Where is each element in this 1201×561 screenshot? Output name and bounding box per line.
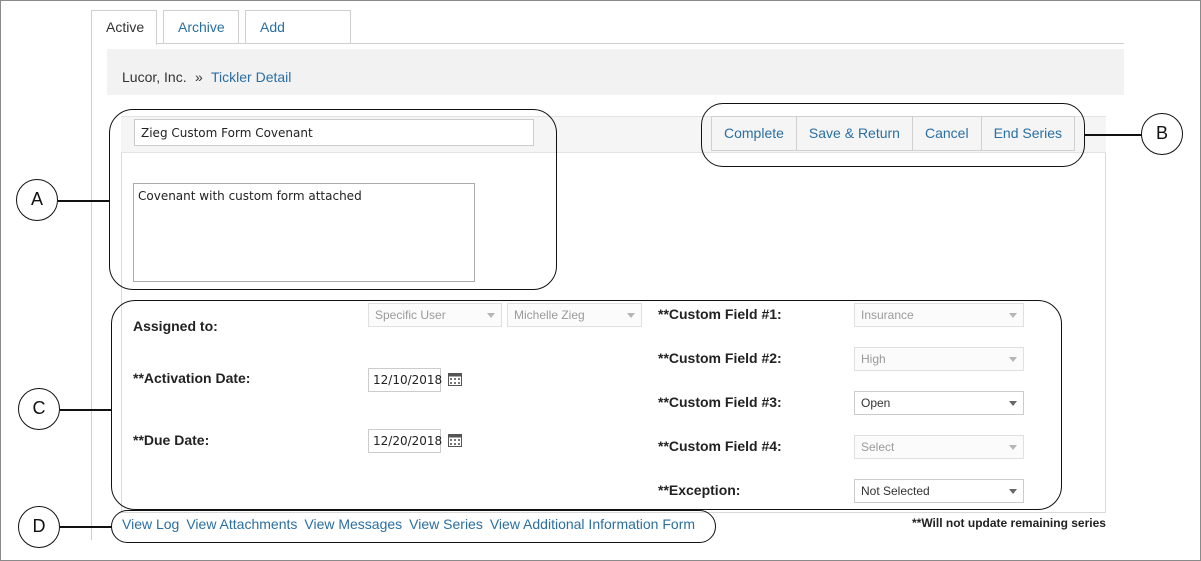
breadcrumb-company: Lucor, Inc. [122, 69, 187, 85]
callout-a-marker: A [16, 179, 58, 221]
callout-b-ring [701, 103, 1085, 167]
callout-d-marker: D [18, 506, 60, 548]
callout-c-leader [60, 409, 112, 411]
series-note: **Will not update remaining series [912, 516, 1106, 530]
callout-b-leader [1084, 134, 1142, 136]
callout-a-leader [58, 200, 110, 202]
tab-archive[interactable]: Archive [163, 10, 239, 44]
callout-b-marker: B [1141, 113, 1183, 155]
content-left-border [91, 43, 92, 540]
callout-c-ring [111, 300, 1062, 510]
callout-d-leader [60, 526, 112, 528]
tab-divider [91, 43, 1124, 44]
callout-d-ring [111, 510, 716, 543]
breadcrumb-current[interactable]: Tickler Detail [211, 69, 291, 85]
breadcrumb-separator: » [195, 69, 203, 85]
tab-active[interactable]: Active [91, 10, 157, 45]
tab-add-ticklers[interactable]: Add Ticklers [245, 10, 351, 68]
callout-a-ring [109, 109, 557, 290]
callout-c-marker: C [18, 388, 60, 430]
